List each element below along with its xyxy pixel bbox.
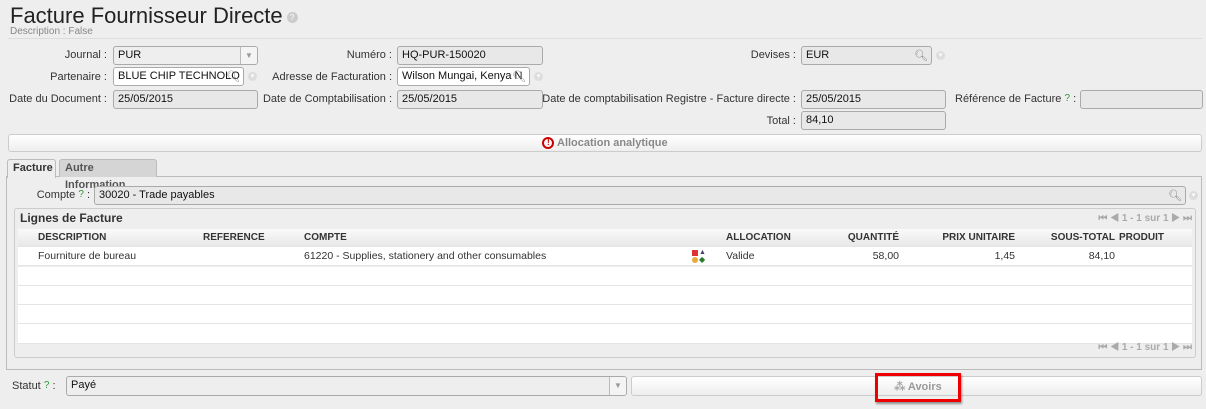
- empty-row: [18, 286, 1192, 305]
- date-document-label: Date du Document :: [9, 93, 107, 105]
- colon: :: [86, 189, 90, 201]
- col-description[interactable]: DESCRIPTION: [38, 229, 106, 247]
- devises-value: EUR: [806, 49, 830, 61]
- reference-label-text: Référence de Facture: [955, 93, 1062, 105]
- avoirs-button[interactable]: ⁂ Avoirs: [875, 373, 961, 402]
- avoirs-label: Avoirs: [907, 381, 942, 393]
- next-page-icon[interactable]: ▶: [1171, 342, 1180, 353]
- devises-label: Devises :: [750, 49, 796, 61]
- dropdown-icon[interactable]: ▾: [936, 51, 945, 60]
- first-page-icon[interactable]: ⏮: [1098, 213, 1107, 224]
- adresse-field[interactable]: Wilson Mungai, Kenya N 🔍︎: [397, 67, 530, 86]
- dropdown-icon[interactable]: ▾: [534, 72, 543, 81]
- compte-label-text: Compte: [36, 189, 76, 201]
- square-shape: [692, 250, 698, 256]
- lines-title: Lignes de Facture: [20, 211, 123, 225]
- col-sous-total[interactable]: SOUS-TOTAL: [1051, 229, 1115, 247]
- compte-label: Compte ? :: [37, 185, 90, 205]
- empty-row: [18, 305, 1192, 324]
- description: Description : False: [10, 26, 93, 37]
- partenaire-value: BLUE CHIP TECHNOLO: [118, 70, 240, 82]
- pager-text: 1 - 1 sur 1: [1121, 213, 1169, 224]
- dropdown-icon[interactable]: ▾: [1189, 191, 1198, 200]
- partenaire-field[interactable]: BLUE CHIP TECHNOLO 🔍︎: [113, 67, 244, 86]
- last-page-icon[interactable]: ⏭: [1183, 213, 1192, 224]
- date-compta-field[interactable]: 25/05/2015: [397, 90, 543, 109]
- partenaire-label: Partenaire :: [50, 71, 107, 83]
- date-compta-label: Date de Comptabilisation :: [262, 93, 392, 105]
- last-page-icon[interactable]: ⏭: [1183, 342, 1192, 353]
- chevron-down-icon[interactable]: ▼: [609, 377, 626, 395]
- allocation-analytique-button[interactable]: ! Allocation analytique: [8, 134, 1202, 152]
- first-page-icon[interactable]: ⏮: [1098, 342, 1107, 353]
- chevron-down-icon[interactable]: ▼: [240, 47, 257, 64]
- diamond-shape: ◆: [699, 255, 706, 264]
- adresse-label: Adresse de Facturation :: [272, 71, 392, 83]
- col-prix-unitaire[interactable]: PRIX UNITAIRE: [942, 229, 1015, 247]
- help-icon[interactable]: ?: [1064, 93, 1070, 104]
- date-registre-label: Date de comptabilisation Registre - Fact…: [542, 93, 796, 105]
- search-icon[interactable]: 🔍︎: [226, 69, 240, 85]
- empty-row: [18, 324, 1192, 344]
- tab-facture[interactable]: Facture: [7, 159, 56, 178]
- prev-page-icon[interactable]: ◀: [1110, 213, 1119, 224]
- next-page-icon[interactable]: ▶: [1171, 213, 1180, 224]
- search-icon[interactable]: 🔍︎: [512, 69, 526, 85]
- journal-value: PUR: [118, 49, 142, 61]
- statut-select[interactable]: Payé ▼: [66, 376, 627, 396]
- analytic-shapes-icon[interactable]: ▲ ◆: [691, 249, 707, 264]
- colon: :: [1073, 93, 1077, 105]
- statut-value: Payé: [71, 379, 97, 391]
- tab-autre-information[interactable]: Autre Information: [59, 159, 157, 191]
- col-compte[interactable]: COMPTE: [304, 229, 347, 247]
- pager-bottom[interactable]: ⏮ ◀ 1 - 1 sur 1 ▶ ⏭: [1098, 342, 1192, 353]
- refund-icon: ⁂: [894, 381, 906, 393]
- col-quantite[interactable]: QUANTITÉ: [848, 229, 899, 247]
- numero-label: Numéro :: [346, 49, 392, 61]
- table-row[interactable]: [18, 247, 1192, 266]
- cell-description: Fourniture de bureau: [38, 250, 137, 262]
- search-icon[interactable]: 🔍︎: [914, 48, 928, 64]
- colon: :: [52, 380, 56, 392]
- date-document-field[interactable]: 25/05/2015: [113, 90, 258, 109]
- help-icon[interactable]: ?: [78, 189, 84, 200]
- cell-compte: 61220 - Supplies, stationery and other c…: [304, 250, 547, 262]
- journal-label: Journal :: [64, 49, 107, 61]
- reference-label: Référence de Facture ? :: [955, 89, 1076, 109]
- statut-label-text: Statut: [12, 380, 41, 392]
- search-icon[interactable]: 🔍︎: [1168, 188, 1182, 204]
- compte-value: 30020 - Trade payables: [99, 189, 215, 201]
- reference-field[interactable]: [1080, 90, 1203, 109]
- col-reference[interactable]: REFERENCE: [203, 229, 265, 247]
- compte-field[interactable]: 30020 - Trade payables 🔍︎: [94, 186, 1186, 205]
- statut-label: Statut ? :: [12, 376, 56, 396]
- devises-field[interactable]: EUR 🔍︎: [801, 46, 932, 65]
- table-header: [18, 229, 1192, 247]
- help-icon[interactable]: ?: [44, 380, 50, 391]
- date-registre-field[interactable]: 25/05/2015: [801, 90, 946, 109]
- total-label: Total :: [766, 115, 796, 127]
- numero-field[interactable]: HQ-PUR-150020: [397, 46, 543, 65]
- cell-prix: 1,45: [994, 250, 1015, 262]
- dropdown-icon[interactable]: ▾: [248, 72, 257, 81]
- cell-sous-total: 84,10: [1088, 250, 1115, 262]
- divider: [8, 38, 1202, 39]
- help-icon[interactable]: ?: [286, 11, 298, 23]
- pager-top[interactable]: ⏮ ◀ 1 - 1 sur 1 ▶ ⏭: [1098, 213, 1192, 224]
- cell-allocation: Valide: [726, 250, 755, 262]
- title-text: Facture Fournisseur Directe: [10, 3, 283, 28]
- allocation-label: Allocation analytique: [557, 137, 668, 149]
- adresse-value: Wilson Mungai, Kenya N: [402, 70, 523, 82]
- col-produit[interactable]: PRODUIT: [1119, 229, 1164, 247]
- journal-select[interactable]: PUR ▼: [113, 46, 258, 65]
- circle-shape: [692, 257, 698, 263]
- col-allocation[interactable]: ALLOCATION: [726, 229, 791, 247]
- cell-quantite: 58,00: [872, 250, 899, 262]
- pager-text: 1 - 1 sur 1: [1121, 342, 1169, 353]
- empty-row: [18, 267, 1192, 286]
- warning-icon: !: [542, 137, 555, 150]
- total-field: 84,10: [801, 111, 946, 130]
- prev-page-icon[interactable]: ◀: [1110, 342, 1119, 353]
